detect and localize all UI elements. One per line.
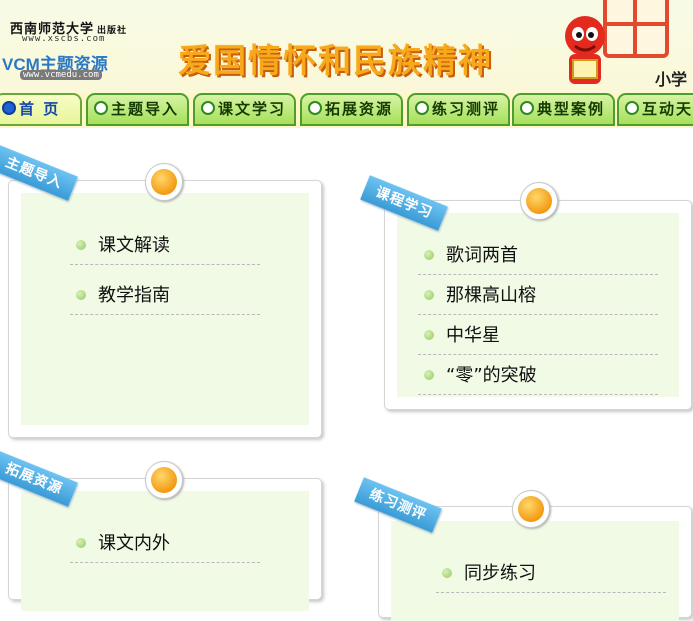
- card-knob-icon: [520, 182, 558, 220]
- mascot-illustration: [565, 16, 605, 84]
- grade-subtitle: 小学: [655, 70, 688, 89]
- tab-dot-icon: [2, 101, 16, 115]
- main-content: 主题导入 课文解读 教学指南 课程学习 歌词两首 那棵高山榕 中华星 “零”的突…: [0, 128, 693, 621]
- bullet-icon: [424, 330, 434, 340]
- main-nav: 首 页 主题导入 课文学习 拓展资源 练习测评 典型案例 互动天: [0, 93, 693, 128]
- list-item[interactable]: 同步练习: [436, 556, 666, 593]
- bullet-icon: [76, 538, 86, 548]
- list-item[interactable]: 中华星: [418, 318, 658, 355]
- tab-theme-intro[interactable]: 主题导入: [86, 93, 189, 126]
- card-knob-icon: [145, 163, 183, 201]
- tab-home[interactable]: 首 页: [0, 93, 82, 126]
- bullet-icon: [424, 370, 434, 380]
- list-item[interactable]: 那棵高山榕: [418, 278, 658, 315]
- tab-dot-icon: [625, 101, 639, 115]
- publisher-url[interactable]: www.xscbs.com: [22, 34, 105, 44]
- window-decoration: [603, 0, 669, 58]
- site-header: 西南师范大学 出版社 www.xscbs.com VCM主题资源 www.vcme…: [0, 0, 693, 93]
- tab-cases[interactable]: 典型案例: [512, 93, 615, 126]
- bullet-icon: [424, 250, 434, 260]
- bullet-icon: [424, 290, 434, 300]
- brand-url[interactable]: www.vcmedu.com: [20, 70, 102, 80]
- list-item[interactable]: “零”的突破: [418, 358, 658, 395]
- list-item[interactable]: 课文解读: [70, 228, 260, 265]
- card-knob-icon: [145, 461, 183, 499]
- list-item[interactable]: 教学指南: [70, 278, 260, 315]
- tab-dot-icon: [201, 101, 215, 115]
- list-item[interactable]: 课文内外: [70, 526, 260, 563]
- tab-dot-icon: [94, 101, 108, 115]
- bullet-icon: [442, 568, 452, 578]
- tab-interactive[interactable]: 互动天: [617, 93, 693, 126]
- tab-extension[interactable]: 拓展资源: [300, 93, 403, 126]
- tab-practice[interactable]: 练习测评: [407, 93, 510, 126]
- bullet-icon: [76, 240, 86, 250]
- tab-dot-icon: [520, 101, 534, 115]
- card-knob-icon: [512, 490, 550, 528]
- bullet-icon: [76, 290, 86, 300]
- list-item[interactable]: 歌词两首: [418, 238, 658, 275]
- page-title: 爱国情怀和民族精神: [178, 41, 493, 80]
- tab-dot-icon: [415, 101, 429, 115]
- tab-text-study[interactable]: 课文学习: [193, 93, 296, 126]
- tab-dot-icon: [308, 101, 322, 115]
